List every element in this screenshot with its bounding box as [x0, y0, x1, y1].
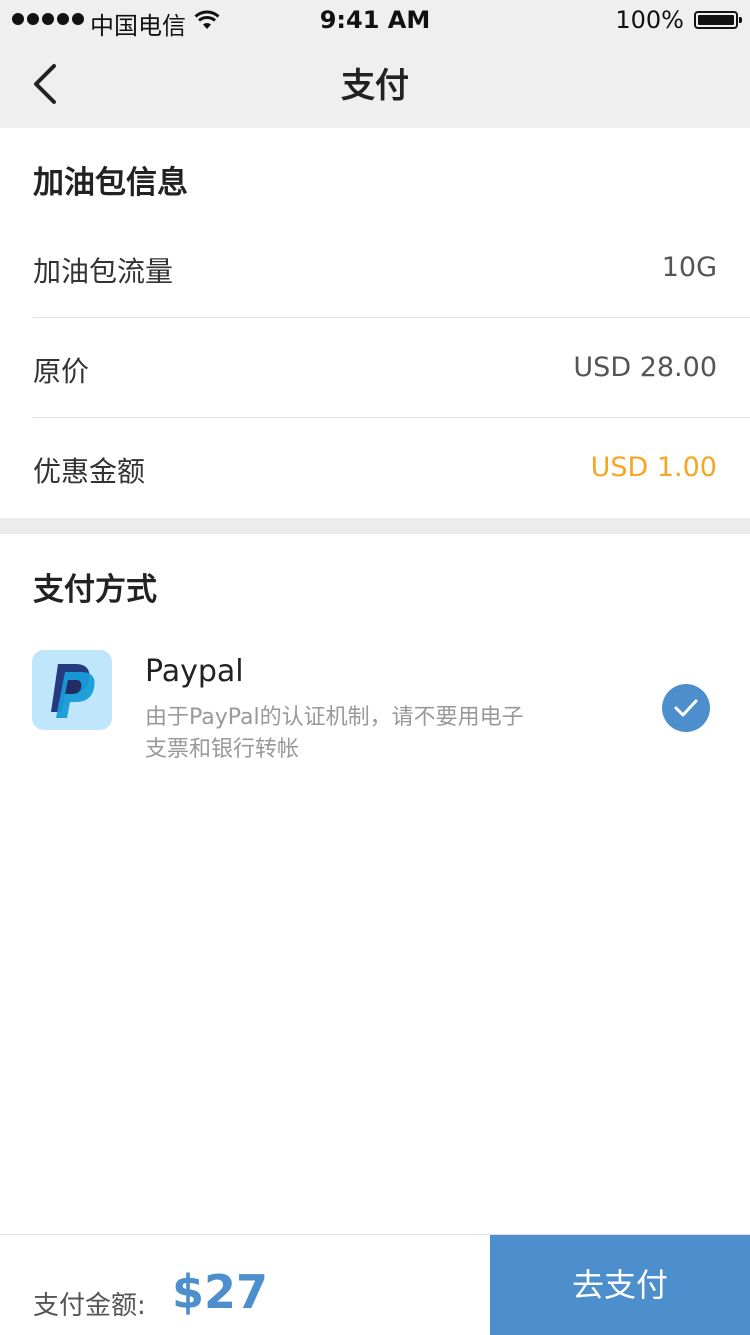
discount-value: USD 1.00	[590, 452, 717, 483]
battery-icon	[694, 11, 742, 29]
payment-method-name: Paypal	[145, 654, 244, 689]
payment-method-description: 由于PayPal的认证机制，请不要用电子支票和银行转帐	[145, 705, 524, 762]
row-original-price: 原价 USD 28.00	[0, 318, 750, 418]
row-label: 优惠金额	[33, 455, 146, 488]
checkout-bar: 支付金额: $27 去支付	[0, 1234, 750, 1335]
total-label: 支付金额:	[33, 1291, 146, 1321]
checkmark-icon[interactable]	[662, 684, 710, 732]
row-label: 加油包流量	[33, 255, 174, 288]
row-value: USD 28.00	[573, 352, 717, 383]
paypal-icon	[32, 650, 112, 730]
payment-method-paypal[interactable]: Paypal 由于PayPal的认证机制，请不要用电子支票和银行转帐	[0, 640, 750, 780]
row-label: 原价	[33, 355, 90, 388]
navigation-bar: 支付	[0, 40, 750, 128]
battery-percentage: 100%	[615, 6, 684, 34]
row-discount: 优惠金额 USD 1.00	[0, 418, 750, 518]
pay-button[interactable]: 去支付	[490, 1235, 750, 1335]
section-separator	[0, 518, 750, 534]
payment-method-title: 支付方式	[33, 572, 157, 608]
row-value: 10G	[661, 252, 717, 283]
page-title: 支付	[341, 66, 409, 106]
package-info-title: 加油包信息	[33, 165, 188, 201]
status-bar: 中国电信 9:41 AM 100%	[0, 0, 750, 40]
total-amount: $27	[172, 1265, 269, 1319]
row-package-data: 加油包流量 10G	[0, 218, 750, 318]
